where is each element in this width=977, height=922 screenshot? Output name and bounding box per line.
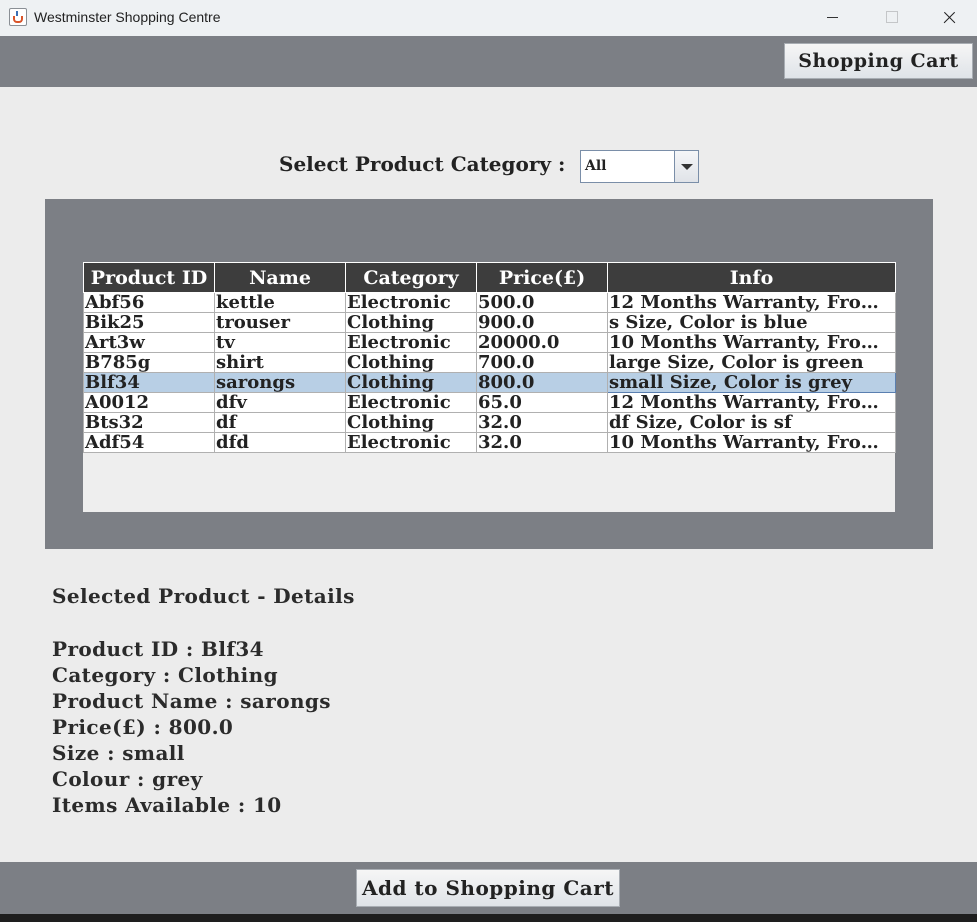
cell-name[interactable]: dfd: [214, 432, 346, 453]
column-header-name[interactable]: Name: [214, 262, 346, 293]
details-heading: Selected Product - Details: [52, 584, 355, 608]
cell-product-id[interactable]: Bts32: [83, 412, 215, 433]
detail-items-available: Items Available : 10: [52, 793, 282, 817]
detail-price: Price(£) : 800.0: [52, 715, 234, 739]
cell-product-id[interactable]: Bik25: [83, 312, 215, 333]
cell-price[interactable]: 32.0: [476, 432, 608, 453]
table-row[interactable]: Abf56 kettle Electronic 500.0 12 Months …: [83, 292, 896, 313]
table-row[interactable]: B785g shirt Clothing 700.0 large Size, C…: [83, 352, 896, 373]
column-header-category[interactable]: Category: [345, 262, 477, 293]
cell-info[interactable]: small Size, Color is grey: [607, 372, 896, 393]
product-table-panel: Product ID Name Category Price(£) Info A…: [45, 199, 933, 549]
maximize-button[interactable]: [862, 0, 920, 36]
cell-category[interactable]: Electronic: [345, 292, 477, 313]
detail-colour: Colour : grey: [52, 767, 203, 791]
product-table: Product ID Name Category Price(£) Info A…: [83, 262, 896, 453]
close-button[interactable]: [920, 0, 977, 36]
add-to-cart-button[interactable]: Add to Shopping Cart: [356, 869, 620, 907]
cell-info[interactable]: s Size, Color is blue: [607, 312, 896, 333]
category-label: Select Product Category :: [279, 152, 566, 176]
shopping-cart-button[interactable]: Shopping Cart: [784, 43, 973, 79]
detail-size: Size : small: [52, 741, 185, 765]
cell-name[interactable]: kettle: [214, 292, 346, 313]
cell-name[interactable]: trouser: [214, 312, 346, 333]
title-bar: Westminster Shopping Centre: [0, 0, 977, 36]
column-header-info[interactable]: Info: [607, 262, 896, 293]
category-dropdown[interactable]: All: [580, 150, 699, 183]
column-header-product-id[interactable]: Product ID: [83, 262, 215, 293]
minimize-button[interactable]: [803, 0, 861, 36]
cell-info[interactable]: 10 Months Warranty, From s...: [607, 332, 896, 353]
table-row[interactable]: Art3w tv Electronic 20000.0 10 Months Wa…: [83, 332, 896, 353]
window-title: Westminster Shopping Centre: [34, 9, 221, 25]
cell-category[interactable]: Electronic: [345, 332, 477, 353]
cell-name[interactable]: dfv: [214, 392, 346, 413]
cell-name[interactable]: shirt: [214, 352, 346, 373]
table-row-selected[interactable]: Blf34 sarongs Clothing 800.0 small Size,…: [83, 372, 896, 393]
cell-info[interactable]: 12 Months Warranty, From d...: [607, 392, 896, 413]
cell-name[interactable]: tv: [214, 332, 346, 353]
cell-info[interactable]: large Size, Color is green: [607, 352, 896, 373]
cell-price[interactable]: 20000.0: [476, 332, 608, 353]
table-header-row: Product ID Name Category Price(£) Info: [83, 262, 896, 293]
cell-product-id[interactable]: B785g: [83, 352, 215, 373]
detail-product-id: Product ID : Blf34: [52, 637, 264, 661]
java-app-icon: [9, 8, 27, 26]
table-row[interactable]: A0012 dfv Electronic 65.0 12 Months Warr…: [83, 392, 896, 413]
cell-price[interactable]: 500.0: [476, 292, 608, 313]
cell-price[interactable]: 65.0: [476, 392, 608, 413]
cell-info[interactable]: 10 Months Warranty, From d...: [607, 432, 896, 453]
bottom-toolbar: Add to Shopping Cart: [0, 862, 977, 914]
cell-product-id[interactable]: A0012: [83, 392, 215, 413]
chevron-down-icon[interactable]: [674, 151, 698, 182]
cell-price[interactable]: 32.0: [476, 412, 608, 433]
cell-category[interactable]: Electronic: [345, 432, 477, 453]
cell-name[interactable]: df: [214, 412, 346, 433]
selected-product-details: Selected Product - Details Product ID : …: [52, 584, 355, 818]
detail-category: Category : Clothing: [52, 663, 278, 687]
table-row[interactable]: Adf54 dfd Electronic 32.0 10 Months Warr…: [83, 432, 896, 453]
cell-info[interactable]: 12 Months Warranty, From a...: [607, 292, 896, 313]
table-row[interactable]: Bts32 df Clothing 32.0 df Size, Color is…: [83, 412, 896, 433]
product-table-scroll[interactable]: Product ID Name Category Price(£) Info A…: [83, 262, 896, 512]
cell-price[interactable]: 800.0: [476, 372, 608, 393]
detail-product-name: Product Name : sarongs: [52, 689, 331, 713]
column-header-price[interactable]: Price(£): [476, 262, 608, 293]
cell-product-id[interactable]: Blf34: [83, 372, 215, 393]
cell-category[interactable]: Clothing: [345, 412, 477, 433]
cell-price[interactable]: 900.0: [476, 312, 608, 333]
cell-info[interactable]: df Size, Color is sf: [607, 412, 896, 433]
cell-category[interactable]: Clothing: [345, 352, 477, 373]
category-selected-value: All: [585, 158, 607, 174]
top-toolbar: Shopping Cart: [0, 36, 977, 87]
cell-product-id[interactable]: Abf56: [83, 292, 215, 313]
cell-product-id[interactable]: Adf54: [83, 432, 215, 453]
cell-category[interactable]: Electronic: [345, 392, 477, 413]
cell-price[interactable]: 700.0: [476, 352, 608, 373]
cell-category[interactable]: Clothing: [345, 312, 477, 333]
cell-product-id[interactable]: Art3w: [83, 332, 215, 353]
cell-name[interactable]: sarongs: [214, 372, 346, 393]
table-row[interactable]: Bik25 trouser Clothing 900.0 s Size, Col…: [83, 312, 896, 333]
window-bottom-edge: [0, 914, 977, 922]
cell-category[interactable]: Clothing: [345, 372, 477, 393]
